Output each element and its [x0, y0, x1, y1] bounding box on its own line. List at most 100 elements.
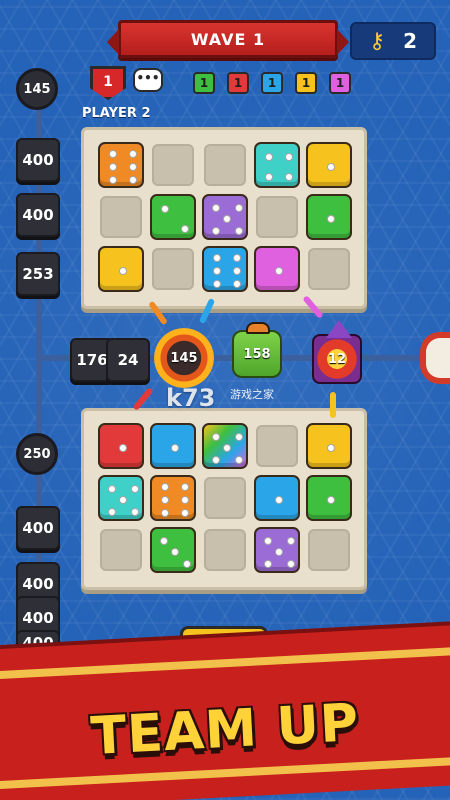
- die-pip: [119, 496, 127, 504]
- base-gate: [420, 332, 450, 384]
- lane-circle-bottom-value: 250: [23, 446, 51, 462]
- empty-slot: [204, 144, 246, 186]
- board-player-2[interactable]: [81, 127, 367, 309]
- die-pip: [129, 175, 138, 184]
- die-yellow[interactable]: [306, 142, 352, 188]
- die-pip: [130, 507, 139, 516]
- keys-count: 2: [403, 29, 417, 53]
- die-pip: [211, 432, 220, 441]
- die-pip: [181, 496, 190, 504]
- deck-die[interactable]: 1: [227, 72, 249, 94]
- die-red[interactable]: [98, 423, 144, 469]
- enemy-goblin-hp: 158: [243, 346, 271, 362]
- die-pip: [212, 254, 221, 263]
- die-pip: [211, 226, 220, 235]
- die-green[interactable]: [150, 194, 196, 240]
- die-teal[interactable]: [98, 475, 144, 521]
- die-yellow[interactable]: [98, 246, 144, 292]
- empty-slot: [204, 477, 246, 519]
- die-pip: [234, 226, 243, 235]
- lane-block-value: 400: [22, 206, 54, 224]
- die-blue[interactable]: [202, 246, 248, 292]
- empty-slot: [100, 529, 142, 571]
- lane-circle-top: 145: [16, 68, 58, 110]
- deck-die[interactable]: 1: [329, 72, 351, 94]
- die-pip: [129, 150, 138, 159]
- die-pip: [160, 483, 169, 492]
- die-pip: [108, 175, 117, 184]
- empty-slot: [152, 144, 194, 186]
- die-rainbow[interactable]: [202, 423, 248, 469]
- deck-die[interactable]: 1: [295, 72, 317, 94]
- die-green[interactable]: [306, 194, 352, 240]
- die-pip: [107, 484, 116, 493]
- die-pip: [160, 204, 169, 213]
- die-pip: [107, 507, 116, 516]
- lane-block-value: 400: [22, 151, 54, 169]
- empty-slot: [100, 196, 142, 238]
- die-yellow[interactable]: [306, 423, 352, 469]
- empty-slot: [308, 248, 350, 290]
- die-pip: [108, 150, 117, 159]
- empty-slot: [256, 425, 298, 467]
- board-player-1[interactable]: [81, 408, 367, 590]
- deck-die[interactable]: 1: [193, 72, 215, 94]
- lane-block: 400: [16, 506, 60, 550]
- lane-block: 400: [16, 138, 60, 182]
- die-pip: [171, 548, 179, 556]
- die-pip: [160, 508, 169, 517]
- die-orange[interactable]: [98, 142, 144, 188]
- die-pip: [275, 496, 283, 504]
- die-teal[interactable]: [254, 142, 300, 188]
- die-pip: [286, 559, 295, 568]
- die-pip: [181, 508, 190, 517]
- die-pip: [264, 173, 273, 182]
- die-pip: [234, 455, 243, 464]
- die-pip: [119, 444, 127, 452]
- die-pip: [119, 267, 127, 275]
- watermark-logo: k73: [166, 384, 216, 412]
- die-pip: [212, 279, 221, 288]
- enemy-boss-hp: 12: [327, 351, 347, 367]
- empty-slot: [152, 248, 194, 290]
- die-green[interactable]: [150, 527, 196, 573]
- chat-bubble-icon[interactable]: •••: [133, 68, 163, 92]
- die-pip: [275, 267, 283, 275]
- die-purple[interactable]: [254, 527, 300, 573]
- wave-label: WAVE 1: [190, 29, 266, 49]
- player-level-value: 1: [103, 74, 113, 90]
- die-blue[interactable]: [254, 475, 300, 521]
- enemy-bomb-hp: 145: [170, 350, 198, 366]
- die-pip: [223, 215, 231, 223]
- combat-block: 24: [106, 338, 150, 382]
- die-pip: [286, 536, 295, 545]
- die-orange[interactable]: [150, 475, 196, 521]
- lane-block: 253: [16, 252, 60, 296]
- die-pink[interactable]: [254, 246, 300, 292]
- die-pip: [234, 432, 243, 441]
- empty-slot: [256, 196, 298, 238]
- die-pip: [327, 496, 335, 504]
- die-pip: [327, 215, 335, 223]
- die-pip: [275, 548, 283, 556]
- die-purple[interactable]: [202, 194, 248, 240]
- lane-block: 400: [16, 193, 60, 237]
- die-pip: [181, 483, 190, 492]
- combat-block-value: 176: [76, 351, 108, 369]
- die-pip: [160, 496, 169, 504]
- die-pip: [234, 203, 243, 212]
- goblin-horns: [246, 322, 270, 334]
- deck-die[interactable]: 1: [261, 72, 283, 94]
- die-blue[interactable]: [150, 423, 196, 469]
- key-icon: ⚷: [368, 28, 386, 54]
- empty-slot: [308, 529, 350, 571]
- enemy-goblin: 158: [232, 322, 282, 378]
- lane-circle-top-value: 145: [23, 81, 51, 97]
- player-level-badge: 1: [90, 66, 126, 100]
- die-green[interactable]: [306, 475, 352, 521]
- combat-block-value: 24: [117, 351, 139, 369]
- die-pip: [233, 267, 242, 275]
- lane-block-value: 400: [22, 519, 54, 537]
- enemy-bomb: 145: [154, 328, 214, 388]
- chat-dots: •••: [136, 71, 160, 85]
